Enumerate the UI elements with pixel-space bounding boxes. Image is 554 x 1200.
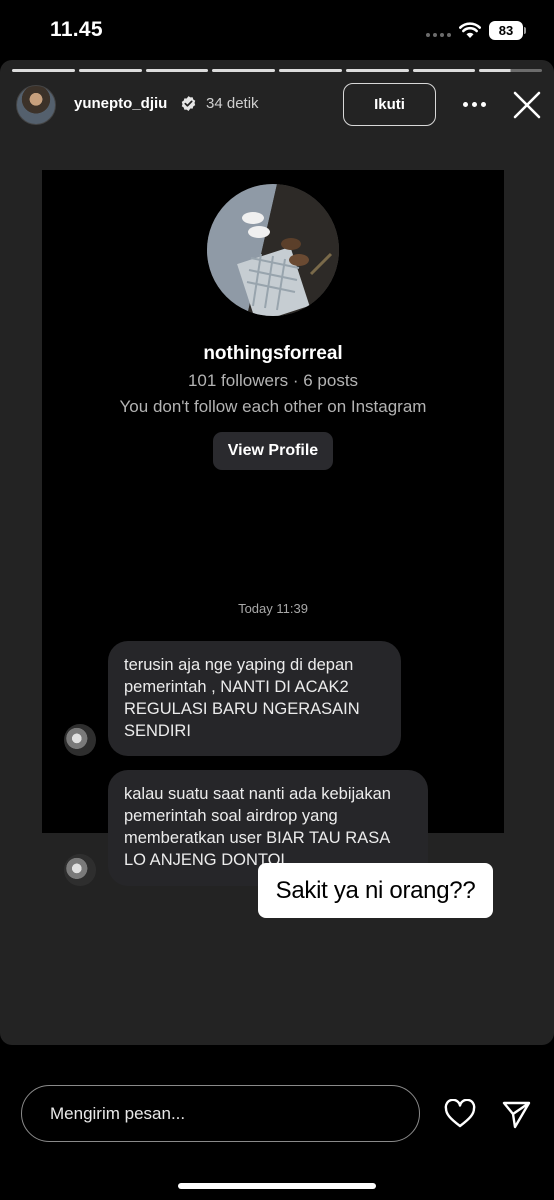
author-avatar[interactable]: [16, 85, 56, 125]
view-profile-button: View Profile: [213, 432, 333, 470]
more-icon[interactable]: [463, 102, 486, 107]
sender-avatar: [64, 724, 96, 756]
home-indicator[interactable]: [178, 1183, 376, 1189]
story-progress-bar: [12, 69, 542, 72]
follow-status-note: You don't follow each other on Instagram: [119, 397, 427, 416]
profile-stats: 101 followers · 6 posts: [187, 371, 359, 390]
verified-icon: [181, 96, 196, 111]
send-icon[interactable]: [501, 1099, 531, 1129]
reply-field[interactable]: [21, 1085, 420, 1142]
dm-screenshot: nothingsforreal 101 followers · 6 posts …: [42, 170, 504, 886]
sender-avatar: [64, 854, 96, 886]
chat-timestamp: Today 11:39: [238, 601, 308, 616]
status-bar: 11.45 83: [0, 0, 554, 60]
follow-button[interactable]: Ikuti: [343, 83, 436, 126]
wifi-icon: [459, 22, 481, 38]
cellular-signal-icon: [426, 33, 451, 37]
post-time: 34 detik: [206, 95, 259, 112]
status-time: 11.45: [50, 18, 103, 41]
message-input[interactable]: [22, 1086, 419, 1141]
message-bubble: terusin aja nge yaping di depan pemerint…: [108, 641, 401, 756]
author-username[interactable]: yunepto_djiu: [74, 95, 167, 112]
heart-icon[interactable]: [444, 1099, 476, 1129]
profile-picture: [207, 184, 339, 316]
battery-indicator: 83: [489, 21, 523, 40]
profile-photo-image: [207, 184, 339, 316]
text-sticker: Sakit ya ni orang??: [258, 863, 493, 918]
battery-cap: [524, 27, 526, 34]
close-icon[interactable]: [513, 91, 541, 119]
profile-username: nothingsforreal: [203, 343, 343, 364]
